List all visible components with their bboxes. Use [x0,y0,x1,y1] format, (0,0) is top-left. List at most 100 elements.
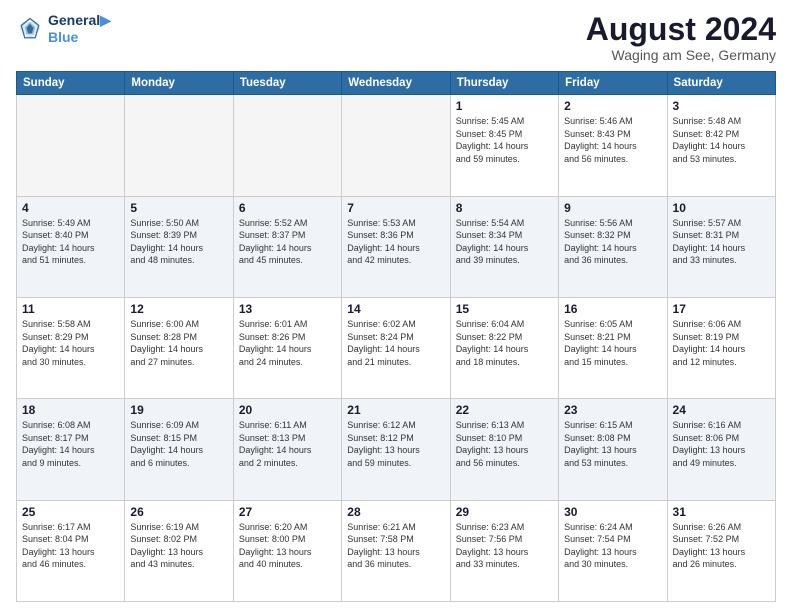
calendar-header-saturday: Saturday [667,72,775,95]
day-info: Sunrise: 5:50 AM Sunset: 8:39 PM Dayligh… [130,217,227,267]
header: General▶ Blue August 2024 Waging am See,… [16,12,776,63]
day-number: 27 [239,505,336,519]
calendar-header-wednesday: Wednesday [342,72,450,95]
calendar-cell [342,95,450,196]
day-number: 4 [22,201,119,215]
day-number: 3 [673,99,770,113]
calendar-cell: 16Sunrise: 6:05 AM Sunset: 8:21 PM Dayli… [559,297,667,398]
calendar-header-thursday: Thursday [450,72,558,95]
day-number: 31 [673,505,770,519]
calendar-cell: 9 Sunrise: 5:56 AM Sunset: 8:32 PM Daylig… [559,196,667,297]
calendar-cell: 4 Sunrise: 5:49 AM Sunset: 8:40 PM Daylig… [17,196,125,297]
calendar-cell: 21 Sunrise: 6:12 AM Sunset: 8:12 PM Dayli… [342,399,450,500]
day-number: 28 [347,505,444,519]
day-info: Sunrise: 6:17 AM Sunset: 8:04 PM Dayligh… [22,521,119,571]
calendar-cell: 31 Sunrise: 6:26 AM Sunset: 7:52 PM Dayli… [667,500,775,601]
day-number: 17 [673,302,770,316]
calendar-cell: 25 Sunrise: 6:17 AM Sunset: 8:04 PM Dayli… [17,500,125,601]
calendar-cell: 22Sunrise: 6:13 AM Sunset: 8:10 PM Dayli… [450,399,558,500]
calendar-cell: 29 Sunrise: 6:23 AM Sunset: 7:56 PM Dayli… [450,500,558,601]
calendar-cell: 27 Sunrise: 6:20 AM Sunset: 8:00 PM Dayli… [233,500,341,601]
calendar-cell: 3 Sunrise: 5:48 AM Sunset: 8:42 PM Daylig… [667,95,775,196]
day-number: 14 [347,302,444,316]
calendar-cell: 10 Sunrise: 5:57 AM Sunset: 8:31 PM Dayli… [667,196,775,297]
day-number: 21 [347,403,444,417]
calendar-cell: 30 Sunrise: 6:24 AM Sunset: 7:54 PM Dayli… [559,500,667,601]
day-info: Sunrise: 6:04 AM Sunset: 8:22 PM Dayligh… [456,318,553,368]
day-info: Sunrise: 6:12 AM Sunset: 8:12 PM Dayligh… [347,419,444,469]
day-info: Sunrise: 6:05 AM Sunset: 8:21 PM Dayligh… [564,318,661,368]
calendar-cell: 2Sunrise: 5:46 AM Sunset: 8:43 PM Daylig… [559,95,667,196]
day-info: Sunrise: 6:20 AM Sunset: 8:00 PM Dayligh… [239,521,336,571]
calendar-cell: 20Sunrise: 6:11 AM Sunset: 8:13 PM Dayli… [233,399,341,500]
day-number: 19 [130,403,227,417]
calendar-cell: 8Sunrise: 5:54 AM Sunset: 8:34 PM Daylig… [450,196,558,297]
logo-text: General▶ Blue [48,12,111,45]
day-number: 15 [456,302,553,316]
logo-icon [16,15,44,43]
day-info: Sunrise: 6:09 AM Sunset: 8:15 PM Dayligh… [130,419,227,469]
day-number: 25 [22,505,119,519]
calendar-cell: 5 Sunrise: 5:50 AM Sunset: 8:39 PM Daylig… [125,196,233,297]
day-info: Sunrise: 6:26 AM Sunset: 7:52 PM Dayligh… [673,521,770,571]
logo: General▶ Blue [16,12,111,45]
day-number: 5 [130,201,227,215]
calendar-cell: 18Sunrise: 6:08 AM Sunset: 8:17 PM Dayli… [17,399,125,500]
day-number: 23 [564,403,661,417]
day-info: Sunrise: 6:13 AM Sunset: 8:10 PM Dayligh… [456,419,553,469]
calendar-cell: 6 Sunrise: 5:52 AM Sunset: 8:37 PM Daylig… [233,196,341,297]
day-number: 30 [564,505,661,519]
day-number: 11 [22,302,119,316]
day-info: Sunrise: 6:23 AM Sunset: 7:56 PM Dayligh… [456,521,553,571]
calendar-cell: 15 Sunrise: 6:04 AM Sunset: 8:22 PM Dayli… [450,297,558,398]
calendar-week-row: 25 Sunrise: 6:17 AM Sunset: 8:04 PM Dayli… [17,500,776,601]
day-info: Sunrise: 6:24 AM Sunset: 7:54 PM Dayligh… [564,521,661,571]
calendar-header-tuesday: Tuesday [233,72,341,95]
day-number: 13 [239,302,336,316]
calendar-table: SundayMondayTuesdayWednesdayThursdayFrid… [16,71,776,602]
day-info: Sunrise: 5:58 AM Sunset: 8:29 PM Dayligh… [22,318,119,368]
calendar-cell: 26Sunrise: 6:19 AM Sunset: 8:02 PM Dayli… [125,500,233,601]
day-info: Sunrise: 6:21 AM Sunset: 7:58 PM Dayligh… [347,521,444,571]
day-info: Sunrise: 5:56 AM Sunset: 8:32 PM Dayligh… [564,217,661,267]
day-number: 8 [456,201,553,215]
calendar-header-friday: Friday [559,72,667,95]
day-info: Sunrise: 6:00 AM Sunset: 8:28 PM Dayligh… [130,318,227,368]
calendar-week-row: 11 Sunrise: 5:58 AM Sunset: 8:29 PM Dayli… [17,297,776,398]
calendar-header-row: SundayMondayTuesdayWednesdayThursdayFrid… [17,72,776,95]
day-number: 20 [239,403,336,417]
day-number: 9 [564,201,661,215]
day-number: 26 [130,505,227,519]
calendar-cell: 11 Sunrise: 5:58 AM Sunset: 8:29 PM Dayli… [17,297,125,398]
day-info: Sunrise: 5:49 AM Sunset: 8:40 PM Dayligh… [22,217,119,267]
day-info: Sunrise: 5:57 AM Sunset: 8:31 PM Dayligh… [673,217,770,267]
calendar-cell: 1Sunrise: 5:45 AM Sunset: 8:45 PM Daylig… [450,95,558,196]
day-info: Sunrise: 5:52 AM Sunset: 8:37 PM Dayligh… [239,217,336,267]
calendar-cell [17,95,125,196]
day-info: Sunrise: 5:45 AM Sunset: 8:45 PM Dayligh… [456,115,553,165]
day-info: Sunrise: 5:48 AM Sunset: 8:42 PM Dayligh… [673,115,770,165]
day-info: Sunrise: 6:06 AM Sunset: 8:19 PM Dayligh… [673,318,770,368]
calendar-cell [125,95,233,196]
main-title: August 2024 [586,12,776,47]
day-info: Sunrise: 6:16 AM Sunset: 8:06 PM Dayligh… [673,419,770,469]
calendar-cell: 14 Sunrise: 6:02 AM Sunset: 8:24 PM Dayli… [342,297,450,398]
day-info: Sunrise: 6:15 AM Sunset: 8:08 PM Dayligh… [564,419,661,469]
calendar-week-row: 1Sunrise: 5:45 AM Sunset: 8:45 PM Daylig… [17,95,776,196]
day-number: 10 [673,201,770,215]
day-number: 6 [239,201,336,215]
day-number: 24 [673,403,770,417]
day-number: 29 [456,505,553,519]
calendar-week-row: 18Sunrise: 6:08 AM Sunset: 8:17 PM Dayli… [17,399,776,500]
day-number: 7 [347,201,444,215]
page: General▶ Blue August 2024 Waging am See,… [0,0,792,612]
day-info: Sunrise: 6:02 AM Sunset: 8:24 PM Dayligh… [347,318,444,368]
day-info: Sunrise: 6:08 AM Sunset: 8:17 PM Dayligh… [22,419,119,469]
calendar-cell: 13 Sunrise: 6:01 AM Sunset: 8:26 PM Dayli… [233,297,341,398]
day-info: Sunrise: 5:46 AM Sunset: 8:43 PM Dayligh… [564,115,661,165]
title-area: August 2024 Waging am See, Germany [586,12,776,63]
calendar-header-sunday: Sunday [17,72,125,95]
calendar-cell [233,95,341,196]
calendar-cell: 12Sunrise: 6:00 AM Sunset: 8:28 PM Dayli… [125,297,233,398]
day-info: Sunrise: 6:01 AM Sunset: 8:26 PM Dayligh… [239,318,336,368]
